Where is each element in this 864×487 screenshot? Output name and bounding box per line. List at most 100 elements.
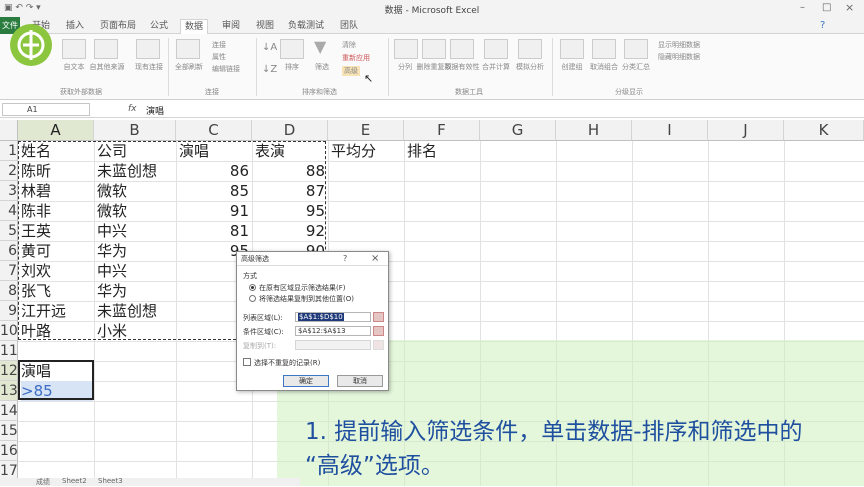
help-icon[interactable]: ?: [343, 254, 347, 263]
sort-az-icon[interactable]: ↓A: [262, 42, 277, 53]
show-detail-button[interactable]: 显示明细数据: [658, 40, 700, 50]
row-header-14[interactable]: 14: [0, 401, 18, 421]
tab-data[interactable]: 数据: [180, 19, 209, 35]
subtotal-icon[interactable]: [624, 39, 648, 59]
clear-button[interactable]: 清除: [342, 40, 356, 50]
range-picker-icon[interactable]: [373, 326, 384, 336]
row-header-12[interactable]: 12: [0, 361, 18, 381]
brand-logo: [10, 24, 52, 66]
consolidate-icon[interactable]: [484, 39, 508, 59]
row-header-3[interactable]: 3: [0, 181, 18, 201]
row-header-13[interactable]: 13: [0, 381, 18, 401]
group-sort-filter: 排序和筛选: [302, 88, 337, 96]
column-header-i[interactable]: I: [632, 120, 708, 141]
list-range-input[interactable]: $A$1:$D$10: [295, 312, 371, 322]
radio-in-place[interactable]: [249, 284, 256, 291]
radio-copy-to-label[interactable]: 将筛选结果复制到其他位置(O): [259, 294, 354, 304]
cancel-button[interactable]: 取消: [337, 375, 383, 387]
data-validation-icon[interactable]: [450, 39, 474, 59]
column-header-c[interactable]: C: [176, 120, 252, 141]
maximize-icon[interactable]: □: [822, 2, 831, 13]
help-icon[interactable]: ?: [820, 20, 825, 31]
range-picker-icon[interactable]: [373, 312, 384, 322]
column-header-a[interactable]: A: [18, 120, 94, 141]
properties-button[interactable]: 属性: [212, 52, 226, 62]
edit-links-button[interactable]: 编辑链接: [212, 64, 240, 74]
select-all-corner[interactable]: [0, 120, 18, 141]
copy-to-label: 复制到(T):: [243, 342, 277, 350]
column-header-f[interactable]: F: [404, 120, 480, 141]
what-if-label: 模拟分析: [516, 63, 544, 71]
title-bar: 数据 - Microsoft Excel ▣ ↶ ↷ ▾ – □ ×: [0, 0, 864, 17]
criteria-range-label: 条件区域(C):: [243, 328, 284, 336]
tab-formulas[interactable]: 公式: [146, 19, 172, 34]
what-if-icon[interactable]: [518, 39, 542, 59]
reapply-button[interactable]: 重新应用: [342, 53, 370, 63]
column-header-g[interactable]: G: [480, 120, 556, 141]
close-icon[interactable]: ×: [845, 1, 854, 14]
row-header-16[interactable]: 16: [0, 441, 18, 461]
existing-connections-icon[interactable]: [136, 39, 160, 59]
minimize-icon[interactable]: –: [800, 2, 805, 13]
unique-records-checkbox[interactable]: [243, 358, 251, 366]
radio-in-place-label[interactable]: 在原有区域显示筛选结果(F): [259, 283, 346, 293]
row-header-1[interactable]: 1: [0, 141, 18, 161]
column-header-b[interactable]: B: [94, 120, 176, 141]
unique-records-label[interactable]: 选择不重复的记录(R): [254, 358, 320, 368]
header-cell-average[interactable]: 平均分: [331, 141, 376, 161]
row-header-4[interactable]: 4: [0, 201, 18, 221]
refresh-all-icon[interactable]: [176, 39, 200, 59]
group-external-data: 获取外部数据: [60, 88, 102, 96]
text-to-columns-icon[interactable]: [394, 39, 418, 59]
column-header-d[interactable]: D: [252, 120, 328, 141]
radio-copy-to[interactable]: [249, 295, 256, 302]
sheet-tab-3[interactable]: Sheet3: [98, 477, 123, 485]
advanced-button[interactable]: 高级: [342, 66, 360, 76]
row-header-11[interactable]: 11: [0, 341, 18, 361]
sheet-tab-2[interactable]: Sheet2: [62, 477, 87, 485]
row-header-15[interactable]: 15: [0, 421, 18, 441]
fx-icon[interactable]: fx: [128, 104, 137, 114]
ok-button[interactable]: 确定: [283, 375, 329, 387]
quick-access-toolbar[interactable]: ▣ ↶ ↷ ▾: [4, 3, 41, 13]
list-range-value: $A$1:$D$10: [298, 313, 344, 321]
tab-load-test[interactable]: 负载测试: [284, 19, 328, 34]
caption-line-2: “高级”选项。: [305, 453, 444, 479]
filter-icon[interactable]: ▼: [314, 37, 326, 56]
other-sources-icon[interactable]: [94, 39, 118, 59]
tab-review[interactable]: 审阅: [218, 19, 244, 34]
tab-insert[interactable]: 插入: [62, 19, 88, 34]
formula-input[interactable]: 演唱: [146, 104, 164, 117]
header-cell-rank[interactable]: 排名: [407, 141, 437, 161]
existing-connections-label: 现有连接: [135, 63, 163, 71]
sort-icon[interactable]: [280, 39, 304, 59]
criteria-range-input[interactable]: $A$12:$A$13: [295, 326, 371, 336]
from-text-icon[interactable]: [62, 39, 86, 59]
tab-view[interactable]: 视图: [252, 19, 278, 34]
tab-page-layout[interactable]: 页面布局: [96, 19, 140, 34]
name-box[interactable]: A1: [2, 103, 90, 116]
refresh-all-label: 全部刷新: [175, 63, 203, 71]
column-header-j[interactable]: J: [708, 120, 784, 141]
row-header-8[interactable]: 8: [0, 281, 18, 301]
remove-duplicates-icon[interactable]: [422, 39, 446, 59]
connections-button[interactable]: 连接: [212, 40, 226, 50]
tab-team[interactable]: 团队: [336, 19, 362, 34]
sort-za-icon[interactable]: ↓Z: [262, 64, 277, 75]
ungroup-icon[interactable]: [592, 39, 616, 59]
column-header-k[interactable]: K: [784, 120, 864, 141]
row-header-7[interactable]: 7: [0, 261, 18, 281]
hide-detail-button[interactable]: 隐藏明细数据: [658, 52, 700, 62]
row-header-10[interactable]: 10: [0, 321, 18, 341]
row-header-5[interactable]: 5: [0, 221, 18, 241]
column-header-h[interactable]: H: [556, 120, 632, 141]
row-header-6[interactable]: 6: [0, 241, 18, 261]
copy-to-input: [295, 340, 371, 350]
column-header-e[interactable]: E: [328, 120, 404, 141]
advanced-filter-dialog: 高级筛选 ? × 方式 在原有区域显示筛选结果(F) 将筛选结果复制到其他位置(…: [236, 251, 389, 391]
dialog-close-icon[interactable]: ×: [371, 253, 379, 264]
criteria-range-selection: [18, 360, 94, 400]
row-header-2[interactable]: 2: [0, 161, 18, 181]
row-header-9[interactable]: 9: [0, 301, 18, 321]
group-icon[interactable]: [560, 39, 584, 59]
